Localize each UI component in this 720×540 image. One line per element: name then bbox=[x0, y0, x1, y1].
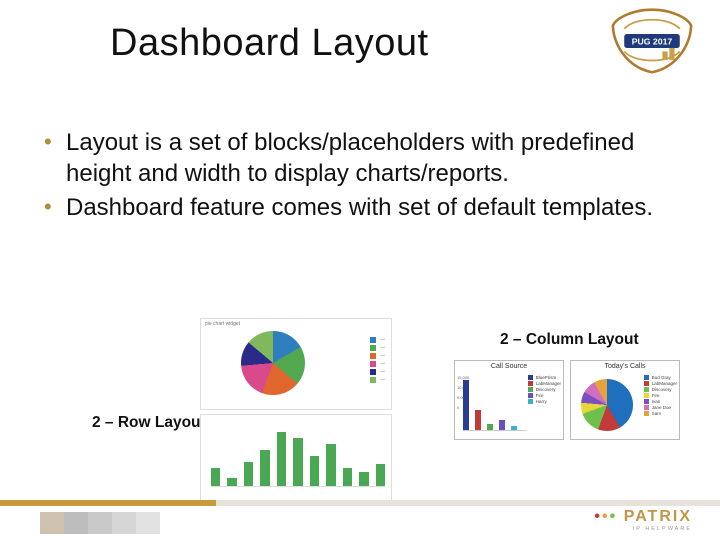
panel-pie-icon bbox=[581, 379, 633, 431]
brand-name: PATRIX bbox=[624, 508, 692, 525]
pie-icon bbox=[241, 331, 305, 395]
example-pie-chart: pie chart widget — — — — — — bbox=[200, 318, 392, 410]
column-layout-example: Call Source 15,00010,0005,0000 BluePrism… bbox=[454, 360, 680, 440]
bullet-item: Layout is a set of blocks/placeholders w… bbox=[40, 128, 660, 189]
brand-subtitle: IP HELPWARE bbox=[594, 526, 692, 532]
panel-bars bbox=[463, 375, 527, 431]
panel-call-source: Call Source 15,00010,0005,0000 BluePrism… bbox=[454, 360, 564, 440]
bullet-list: Layout is a set of blocks/placeholders w… bbox=[40, 128, 660, 228]
example-bar-chart bbox=[200, 414, 392, 502]
badge-text: PUG 2017 bbox=[632, 36, 673, 46]
brand-logo: ••• PATRIX IP HELPWARE bbox=[594, 508, 692, 532]
panel-todays-calls: Today's Calls Bud GrayLabManagerDiscover… bbox=[570, 360, 680, 440]
pie-legend: — — — — — — bbox=[370, 337, 386, 383]
color-block-strip bbox=[40, 512, 160, 534]
panel-title: Call Source bbox=[455, 363, 563, 370]
event-badge-icon: PUG 2017 bbox=[608, 8, 696, 74]
pie-header: pie chart widget bbox=[205, 321, 240, 327]
label-row-layout: 2 – Row Layout bbox=[92, 414, 206, 432]
panel-legend: Bud GrayLabManagerDiscoveryFireIvanJane … bbox=[644, 375, 677, 416]
label-column-layout: 2 – Column Layout bbox=[500, 331, 639, 349]
bullet-item: Dashboard feature comes with set of defa… bbox=[40, 193, 660, 224]
page-title: Dashboard Layout bbox=[110, 22, 429, 65]
slide: Dashboard Layout PUG 2017 Layout is a se… bbox=[0, 0, 720, 540]
panel-legend: BluePrismLabManagerDiscoveryFireHarry bbox=[528, 375, 561, 404]
row-layout-example: pie chart widget — — — — — — bbox=[200, 318, 392, 502]
divider-bar bbox=[0, 500, 720, 506]
panel-title: Today's Calls bbox=[571, 363, 679, 370]
